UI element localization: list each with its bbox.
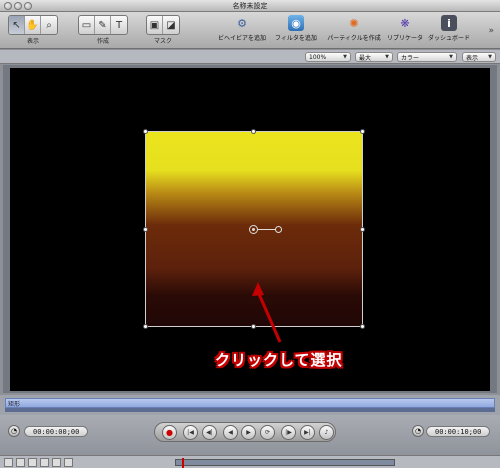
loop-button[interactable]: ⟳ [260, 425, 275, 440]
dashboard-button[interactable]: i ダッシュボード [424, 14, 474, 48]
chevron-down-icon: ▼ [343, 54, 347, 60]
annotation-arrow-icon [252, 282, 282, 343]
track-strip [5, 408, 495, 412]
layout-icon[interactable] [4, 458, 13, 467]
toolbar: ↖ ✋ ⌕ 表示 ▭ ✎ T 作成 ▣ ◪ マスク ⚙ ビヘイビアを追加 ◉ フ… [0, 12, 500, 49]
layout-icon-3[interactable] [28, 458, 37, 467]
info-icon: i [441, 15, 457, 31]
handle-top-center[interactable] [251, 129, 256, 134]
window-titlebar: 名称未設定 [0, 0, 500, 12]
transport-controls: ◔ 00:00:00;00 ● |◀ ◀| ◀ ▶ ⟳ |▶ ▶| ♪ 00:0… [0, 415, 500, 455]
zoom-magnifier-icon[interactable]: ⌕ [41, 16, 57, 34]
hand-icon[interactable]: ✋ [25, 16, 41, 34]
layer-track[interactable] [5, 398, 495, 408]
gear-icon: ⚙ [237, 16, 247, 30]
handle-top-left[interactable] [143, 129, 148, 134]
replicator-icon: ❋ [400, 16, 410, 30]
play-button[interactable]: ▶ [241, 425, 256, 440]
layout-icon-6[interactable] [64, 458, 73, 467]
mask-tools: ▣ ◪ [146, 15, 180, 35]
particle-icon: ✺ [349, 16, 359, 30]
play-backward-button[interactable]: ◀ [223, 425, 238, 440]
mini-timeline: 矩形 [0, 395, 500, 415]
add-filter-button[interactable]: ◉ フィルタを追加 [268, 14, 324, 48]
clock-icon[interactable]: ◔ [8, 425, 20, 437]
text-icon[interactable]: T [111, 16, 127, 34]
handle-bottom-left[interactable] [143, 324, 148, 329]
go-to-end-button[interactable]: ▶| [300, 425, 315, 440]
handle-middle-left[interactable] [143, 227, 148, 232]
handle-bottom-right[interactable] [360, 324, 365, 329]
audio-button[interactable]: ♪ [319, 425, 334, 440]
chevron-right-icon[interactable]: » [488, 26, 494, 36]
window-title: 名称未設定 [232, 2, 268, 10]
select-arrow-icon[interactable]: ↖ [9, 16, 25, 34]
anchor-dot [252, 228, 255, 231]
create-label: 作成 [96, 38, 109, 45]
rotation-handle[interactable] [275, 226, 282, 233]
resolution-popup[interactable]: 最大 ▼ [355, 52, 393, 62]
mask-rectangle-icon[interactable]: ▣ [147, 16, 163, 34]
bottom-status-bar [0, 455, 500, 468]
current-time-display[interactable]: 00:00:00;00 [24, 426, 89, 437]
mask-label: マスク [153, 38, 172, 45]
layout-icon-2[interactable] [16, 458, 25, 467]
pen-icon[interactable]: ✎ [95, 16, 111, 34]
layout-icon-4[interactable] [40, 458, 49, 467]
clock-duration-icon[interactable]: ◔ [412, 425, 424, 437]
layout-icon-5[interactable] [52, 458, 61, 467]
replicate-button[interactable]: ❋ リプリケータ [380, 14, 430, 48]
handle-middle-right[interactable] [360, 227, 365, 232]
chevron-down-icon: ▼ [449, 54, 453, 60]
chevron-down-icon: ▼ [385, 54, 389, 60]
view-popup[interactable]: 表示 ▼ [462, 52, 496, 62]
duration-display[interactable]: 00:00:10;00 [426, 426, 491, 437]
step-forward-button[interactable]: |▶ [281, 425, 296, 440]
playhead[interactable] [182, 458, 184, 468]
annotation-text: クリックして選択 [215, 351, 343, 369]
make-particles-button[interactable]: ✺ パーティクルを作成 [324, 14, 384, 48]
channels-popup[interactable]: カラー ▼ [397, 52, 457, 62]
handle-top-right[interactable] [360, 129, 365, 134]
zoom-popup[interactable]: 100% ▼ [305, 52, 351, 62]
view-label: 表示 [26, 38, 39, 45]
scrubber[interactable] [175, 458, 395, 468]
go-to-start-button[interactable]: |◀ [183, 425, 198, 440]
rectangle-icon[interactable]: ▭ [79, 16, 95, 34]
step-back-button[interactable]: ◀| [202, 425, 217, 440]
view-tools: ↖ ✋ ⌕ [8, 15, 58, 35]
rotation-handle-line [258, 229, 276, 230]
track-label: 矩形 [8, 401, 21, 408]
create-tools: ▭ ✎ T [78, 15, 128, 35]
canvas-options-bar: 100% ▼ 最大 ▼ カラー ▼ 表示 ▼ [0, 50, 500, 64]
mask-pen-icon[interactable]: ◪ [163, 16, 179, 34]
filter-icon: ◉ [288, 15, 304, 31]
record-button[interactable]: ● [162, 425, 177, 440]
add-behavior-button[interactable]: ⚙ ビヘイビアを追加 [214, 14, 270, 48]
chevron-down-icon: ▼ [488, 54, 492, 60]
transport-bar: ● |◀ ◀| ◀ ▶ ⟳ |▶ ▶| ♪ [154, 422, 336, 442]
